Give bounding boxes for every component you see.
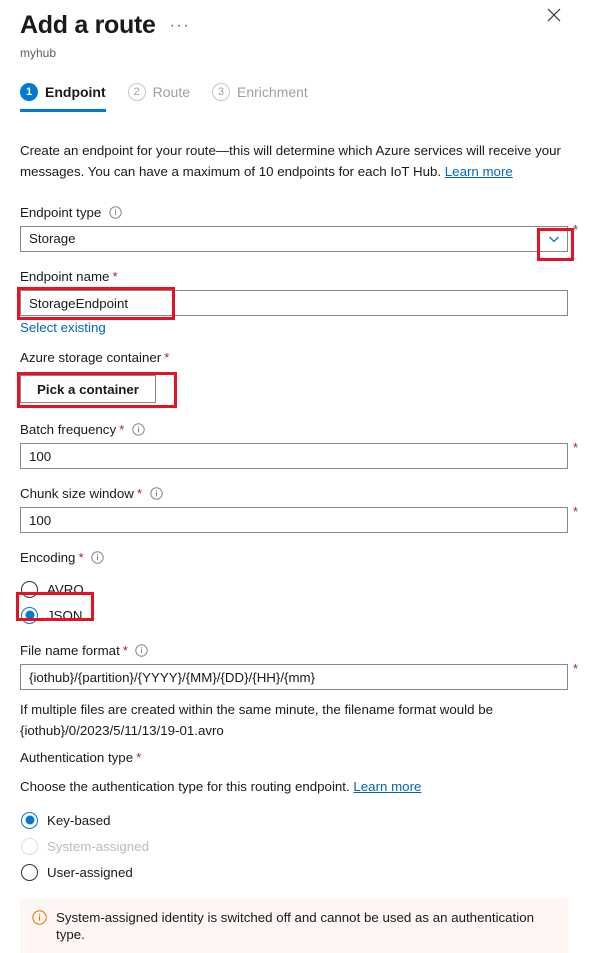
chunk-size-star: * [572,504,578,519]
field-endpoint-type: Endpoint type Storage * [20,204,578,261]
field-batch-frequency: Batch frequency * * [20,421,578,469]
batch-frequency-input-row: * [20,440,578,469]
info-icon[interactable] [149,487,163,501]
radio-system-assigned-label: System-assigned [47,838,149,854]
endpoint-type-label-row: Endpoint type [20,204,569,221]
radio-mark-key-based [21,811,38,829]
radio-key-based-label: Key-based [47,812,111,828]
tab-route-label: Route [152,84,191,100]
authentication-label: Authentication type [20,750,134,765]
endpoint-type-label: Endpoint type [20,205,102,220]
form-description: Create an endpoint for your route—this w… [20,140,568,182]
breadcrumb: myhub [20,46,57,60]
tab-enrichment[interactable]: 3 Enrichment [212,76,308,108]
authentication-label-row: Authentication type * [20,749,569,766]
tab-route[interactable]: 2 Route [127,76,191,108]
authentication-radio-group: Key-based System-assigned User-assigned [20,807,569,885]
radio-avro-label: AVRO [47,581,84,597]
authentication-required: * [136,750,142,765]
encoding-label: Encoding [20,550,76,565]
info-circle-icon [32,910,47,925]
field-encoding: Encoding * AVRO JSON [16,549,569,628]
blade-header: Add a route ··· myhub [0,0,589,60]
more-options-button[interactable]: ··· [170,18,190,34]
select-existing-link[interactable]: Select existing [20,320,106,335]
radio-mark-avro [21,580,38,598]
info-icon[interactable] [108,206,122,220]
authentication-learn-more-link[interactable]: Learn more [353,779,421,794]
file-name-format-required: * [122,643,128,658]
info-icon[interactable] [135,644,149,658]
banner-text: System-assigned identity is switched off… [56,910,534,942]
system-assigned-warning-banner: System-assigned identity is switched off… [20,899,568,953]
batch-frequency-input[interactable] [20,443,568,469]
chunk-size-label-row: Chunk size window * [20,485,569,502]
endpoint-name-input-row [20,290,569,316]
storage-container-label-row: Azure storage container * [20,349,569,366]
form-content: Create an endpoint for your route—this w… [0,140,589,953]
batch-frequency-label: Batch frequency [20,422,117,437]
pick-a-container-button[interactable]: Pick a container [20,375,156,403]
endpoint-name-label: Endpoint name [20,269,110,284]
authentication-description-text: Choose the authentication type for this … [20,779,354,794]
step-number-3: 3 [212,83,231,101]
chunk-size-required: * [136,486,143,501]
encoding-label-row: Encoding * [20,549,569,566]
endpoint-type-select[interactable]: Storage [20,226,568,252]
radio-json[interactable]: JSON [20,602,569,628]
tab-enrichment-label: Enrichment [237,84,308,100]
info-icon[interactable] [91,551,105,565]
field-authentication-type: Authentication type * Choose the authent… [20,749,569,885]
file-name-format-star: * [572,661,578,676]
radio-key-based[interactable]: Key-based [20,807,569,833]
batch-frequency-label-row: Batch frequency * [20,421,569,438]
storage-container-required: * [164,350,170,365]
batch-frequency-required: * [119,422,125,437]
file-name-format-input[interactable] [20,664,568,690]
file-name-format-label: File name format [20,643,120,658]
tab-endpoint[interactable]: 1 Endpoint [20,76,106,112]
radio-user-assigned[interactable]: User-assigned [20,859,569,885]
endpoint-name-required: * [112,269,118,284]
endpoint-name-label-row: Endpoint name * [20,268,569,285]
chunk-size-input-row: * [20,504,578,533]
radio-mark-user-assigned [21,863,38,881]
endpoint-type-select-wrap: Storage * [20,222,578,252]
chunk-size-input[interactable] [20,507,568,533]
chunk-size-label: Chunk size window [20,486,134,501]
file-name-format-label-row: File name format * [20,642,569,659]
batch-frequency-star: * [572,440,578,455]
endpoint-name-input[interactable] [20,290,568,316]
file-name-format-help: If multiple files are created within the… [20,702,494,738]
encoding-required: * [78,550,84,565]
learn-more-link[interactable]: Learn more [445,164,513,179]
radio-mark-json [21,606,38,624]
radio-avro[interactable]: AVRO [20,576,569,602]
radio-mark-system-assigned [21,837,38,855]
file-name-format-input-row: * [20,661,578,690]
field-storage-container: Azure storage container * Pick a contain… [17,349,569,408]
close-icon[interactable] [547,8,571,32]
step-number-2: 2 [127,83,146,101]
wizard-tabs: 1 Endpoint 2 Route 3 Enrichment [0,76,589,112]
authentication-description: Choose the authentication type for this … [20,776,568,797]
title-row: Add a route ··· [20,10,569,40]
encoding-radio-group: AVRO JSON [20,576,569,628]
field-file-name-format: File name format * * If multiple files a… [20,642,578,741]
radio-system-assigned: System-assigned [20,833,569,859]
storage-container-label: Azure storage container [20,350,162,365]
radio-json-label: JSON [47,607,83,623]
step-number-1: 1 [20,83,38,101]
tab-endpoint-label: Endpoint [45,84,106,100]
radio-user-assigned-label: User-assigned [47,864,133,880]
field-endpoint-name: Endpoint name * Select existing [17,268,569,337]
field-chunk-size-window: Chunk size window * * [20,485,578,533]
endpoint-type-required-star: * [572,222,578,237]
info-icon[interactable] [131,423,145,437]
page-title: Add a route [20,11,156,39]
